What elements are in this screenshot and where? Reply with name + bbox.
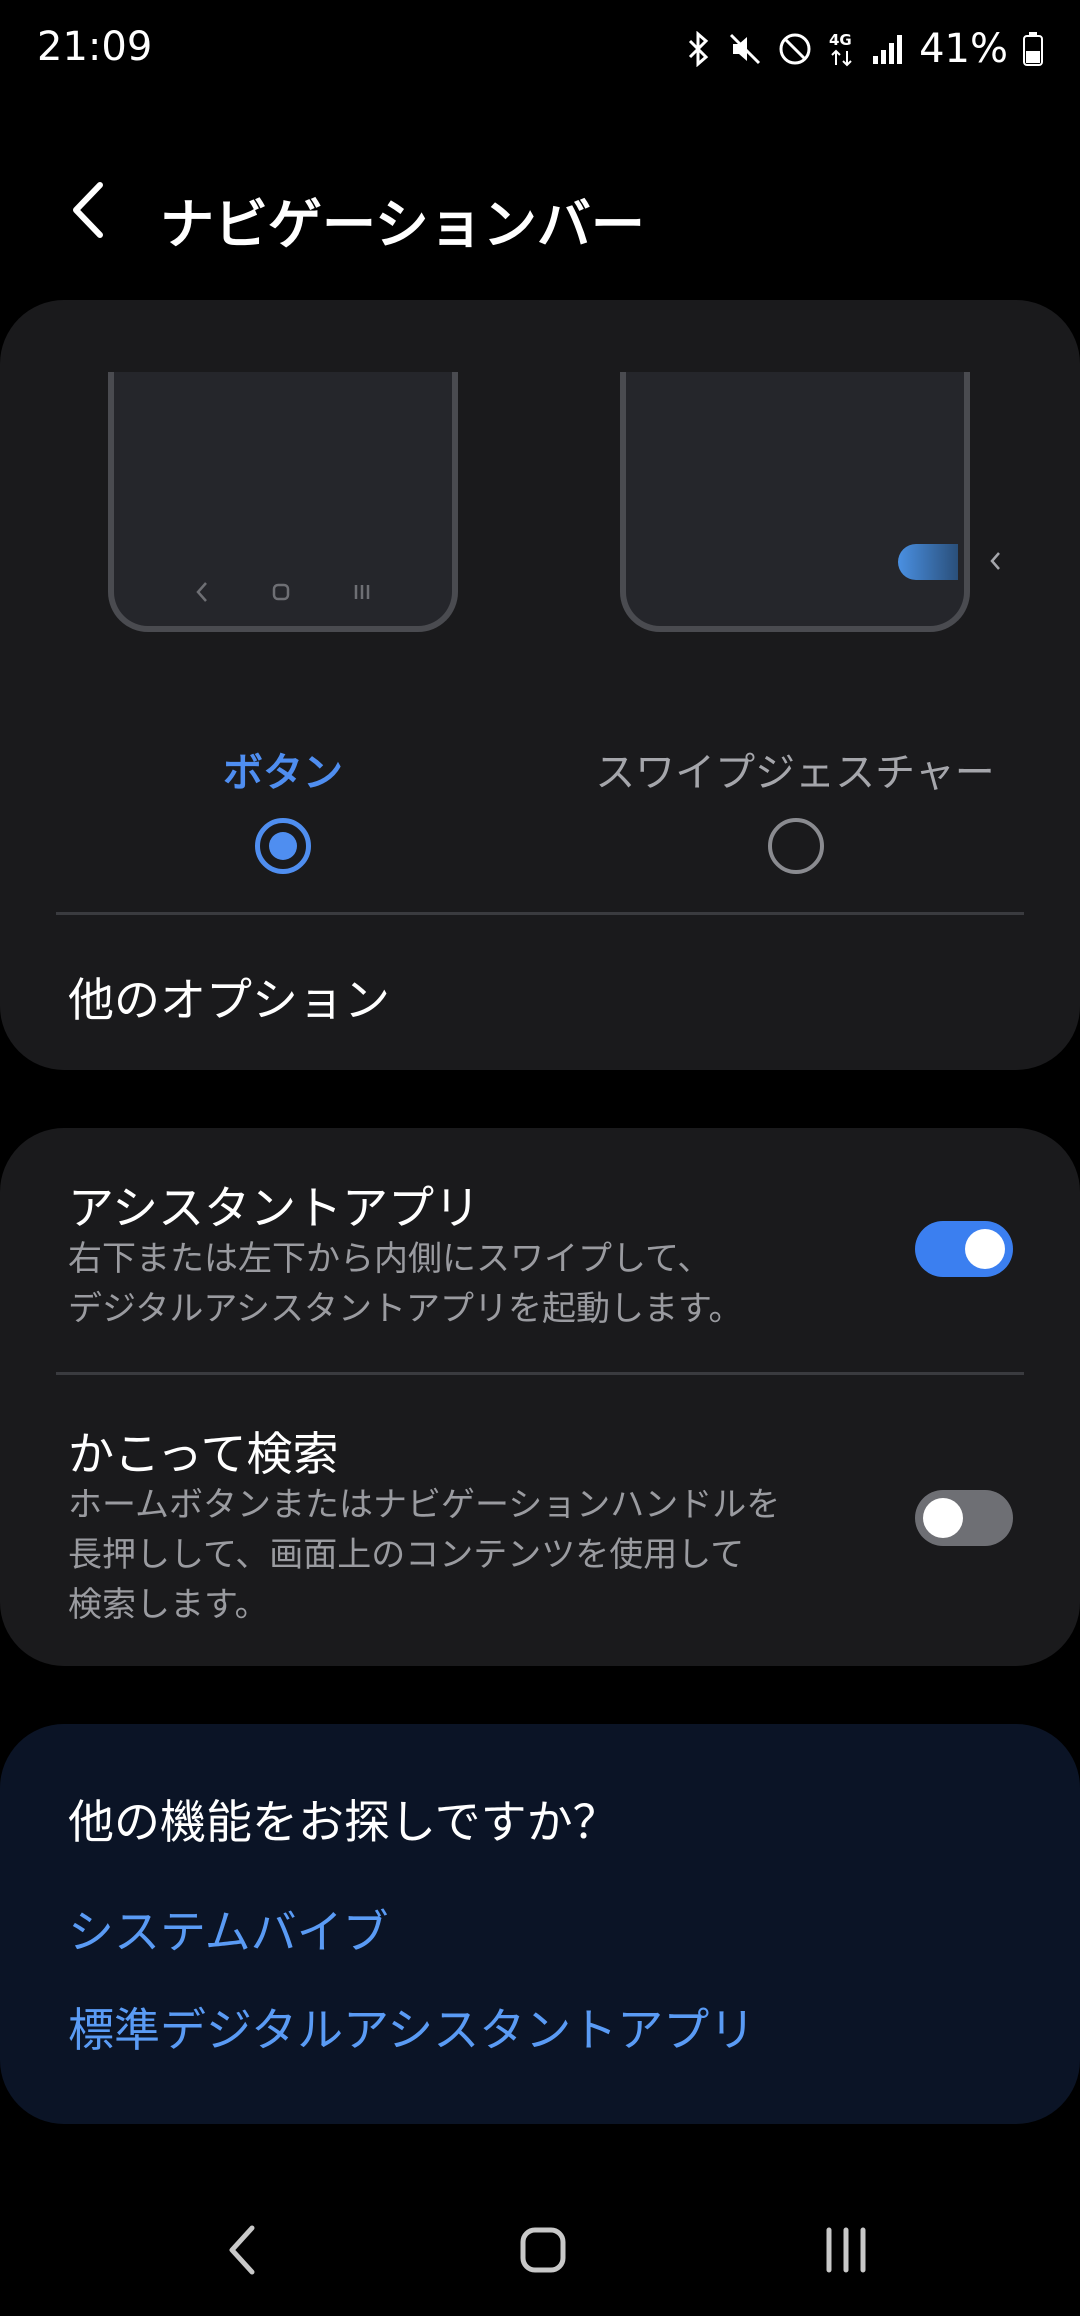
circle-to-search-title: かこって検索 [68, 1427, 339, 1481]
swipe-gestures-radio[interactable] [768, 818, 824, 874]
preview-recents-icon [354, 585, 369, 599]
circle-search-desc-line: 検索します。 [68, 1585, 269, 1625]
header: ナビゲーションバー [0, 150, 1080, 270]
circle-to-search-toggle[interactable] [915, 1490, 1013, 1546]
swipe-chevron-icon [990, 552, 1000, 570]
more-features-title: 他の機能をお探しですか？ [68, 1795, 619, 1849]
home-icon [520, 2227, 566, 2273]
toggle-knob [923, 1498, 963, 1538]
back-arrow-icon [73, 182, 103, 238]
page-title: ナビゲーションバー [160, 193, 645, 256]
back-icon [229, 2225, 255, 2275]
option-buttons-label[interactable]: ボタン [53, 740, 513, 798]
toggle-knob [965, 1229, 1005, 1269]
svg-text:4G: 4G [829, 31, 852, 49]
back-button[interactable] [58, 178, 118, 242]
bluetooth-icon [683, 31, 713, 67]
swipe-handle-graphic [898, 544, 958, 580]
option-swipe-label[interactable]: スワイプジェスチャー [565, 740, 1025, 798]
system-back-button[interactable] [202, 2210, 282, 2290]
assistant-desc-line: デジタルアシスタントアプリを起動します。 [68, 1289, 743, 1329]
preview-home-icon [272, 583, 290, 601]
system-home-button[interactable] [503, 2210, 583, 2290]
battery-percent: 41% [919, 26, 1008, 72]
assistant-app-toggle[interactable] [915, 1221, 1013, 1277]
divider [56, 912, 1024, 915]
system-vibration-link[interactable]: システムバイブ [68, 1896, 389, 1962]
mute-icon [727, 31, 763, 67]
circle-to-search-description: ホームボタンまたはナビゲーションハンドルを 長押しして、画面上のコンテンツを使用… [68, 1480, 848, 1630]
recents-icon [826, 2227, 866, 2273]
default-assistant-app-link[interactable]: 標準デジタルアシスタントアプリ [68, 1994, 755, 2060]
assistant-desc-line: 右下または左下から内側にスワイプして、 [68, 1239, 712, 1279]
more-options-item[interactable]: 他のオプション [68, 964, 390, 1030]
4g-icon: 4G [827, 29, 857, 69]
preview-back-icon [196, 582, 208, 602]
preview-nav-buttons [114, 580, 452, 604]
more-features-card: 他の機能をお探しですか？ システムバイブ 標準デジタルアシスタントアプリ [0, 1724, 1080, 2124]
status-time: 21:09 [37, 24, 153, 70]
buttons-radio[interactable] [255, 818, 311, 874]
do-not-disturb-icon [777, 31, 813, 67]
signal-icon [871, 32, 905, 66]
divider [56, 1372, 1024, 1375]
swipe-gestures-preview[interactable] [620, 372, 970, 632]
gesture-settings-card: アシスタントアプリ 右下または左下から内側にスワイプして、 デジタルアシスタント… [0, 1128, 1080, 1666]
system-recents-button[interactable] [806, 2210, 886, 2290]
circle-search-desc-line: 長押しして、画面上のコンテンツを使用して [68, 1535, 745, 1575]
assistant-app-description: 右下または左下から内側にスワイプして、 デジタルアシスタントアプリを起動します。 [68, 1234, 848, 1334]
battery-icon [1022, 31, 1044, 67]
status-icons: 4G 41% [683, 24, 1044, 74]
buttons-preview[interactable] [108, 372, 458, 632]
circle-search-desc-line: ホームボタンまたはナビゲーションハンドルを [68, 1485, 781, 1525]
navigation-type-card: ボタン スワイプジェスチャー 他のオプション [0, 300, 1080, 1070]
system-navigation-bar [0, 2180, 1080, 2316]
assistant-app-title: アシスタントアプリ [68, 1181, 481, 1235]
status-bar: 21:09 4G 41% [0, 0, 1080, 100]
